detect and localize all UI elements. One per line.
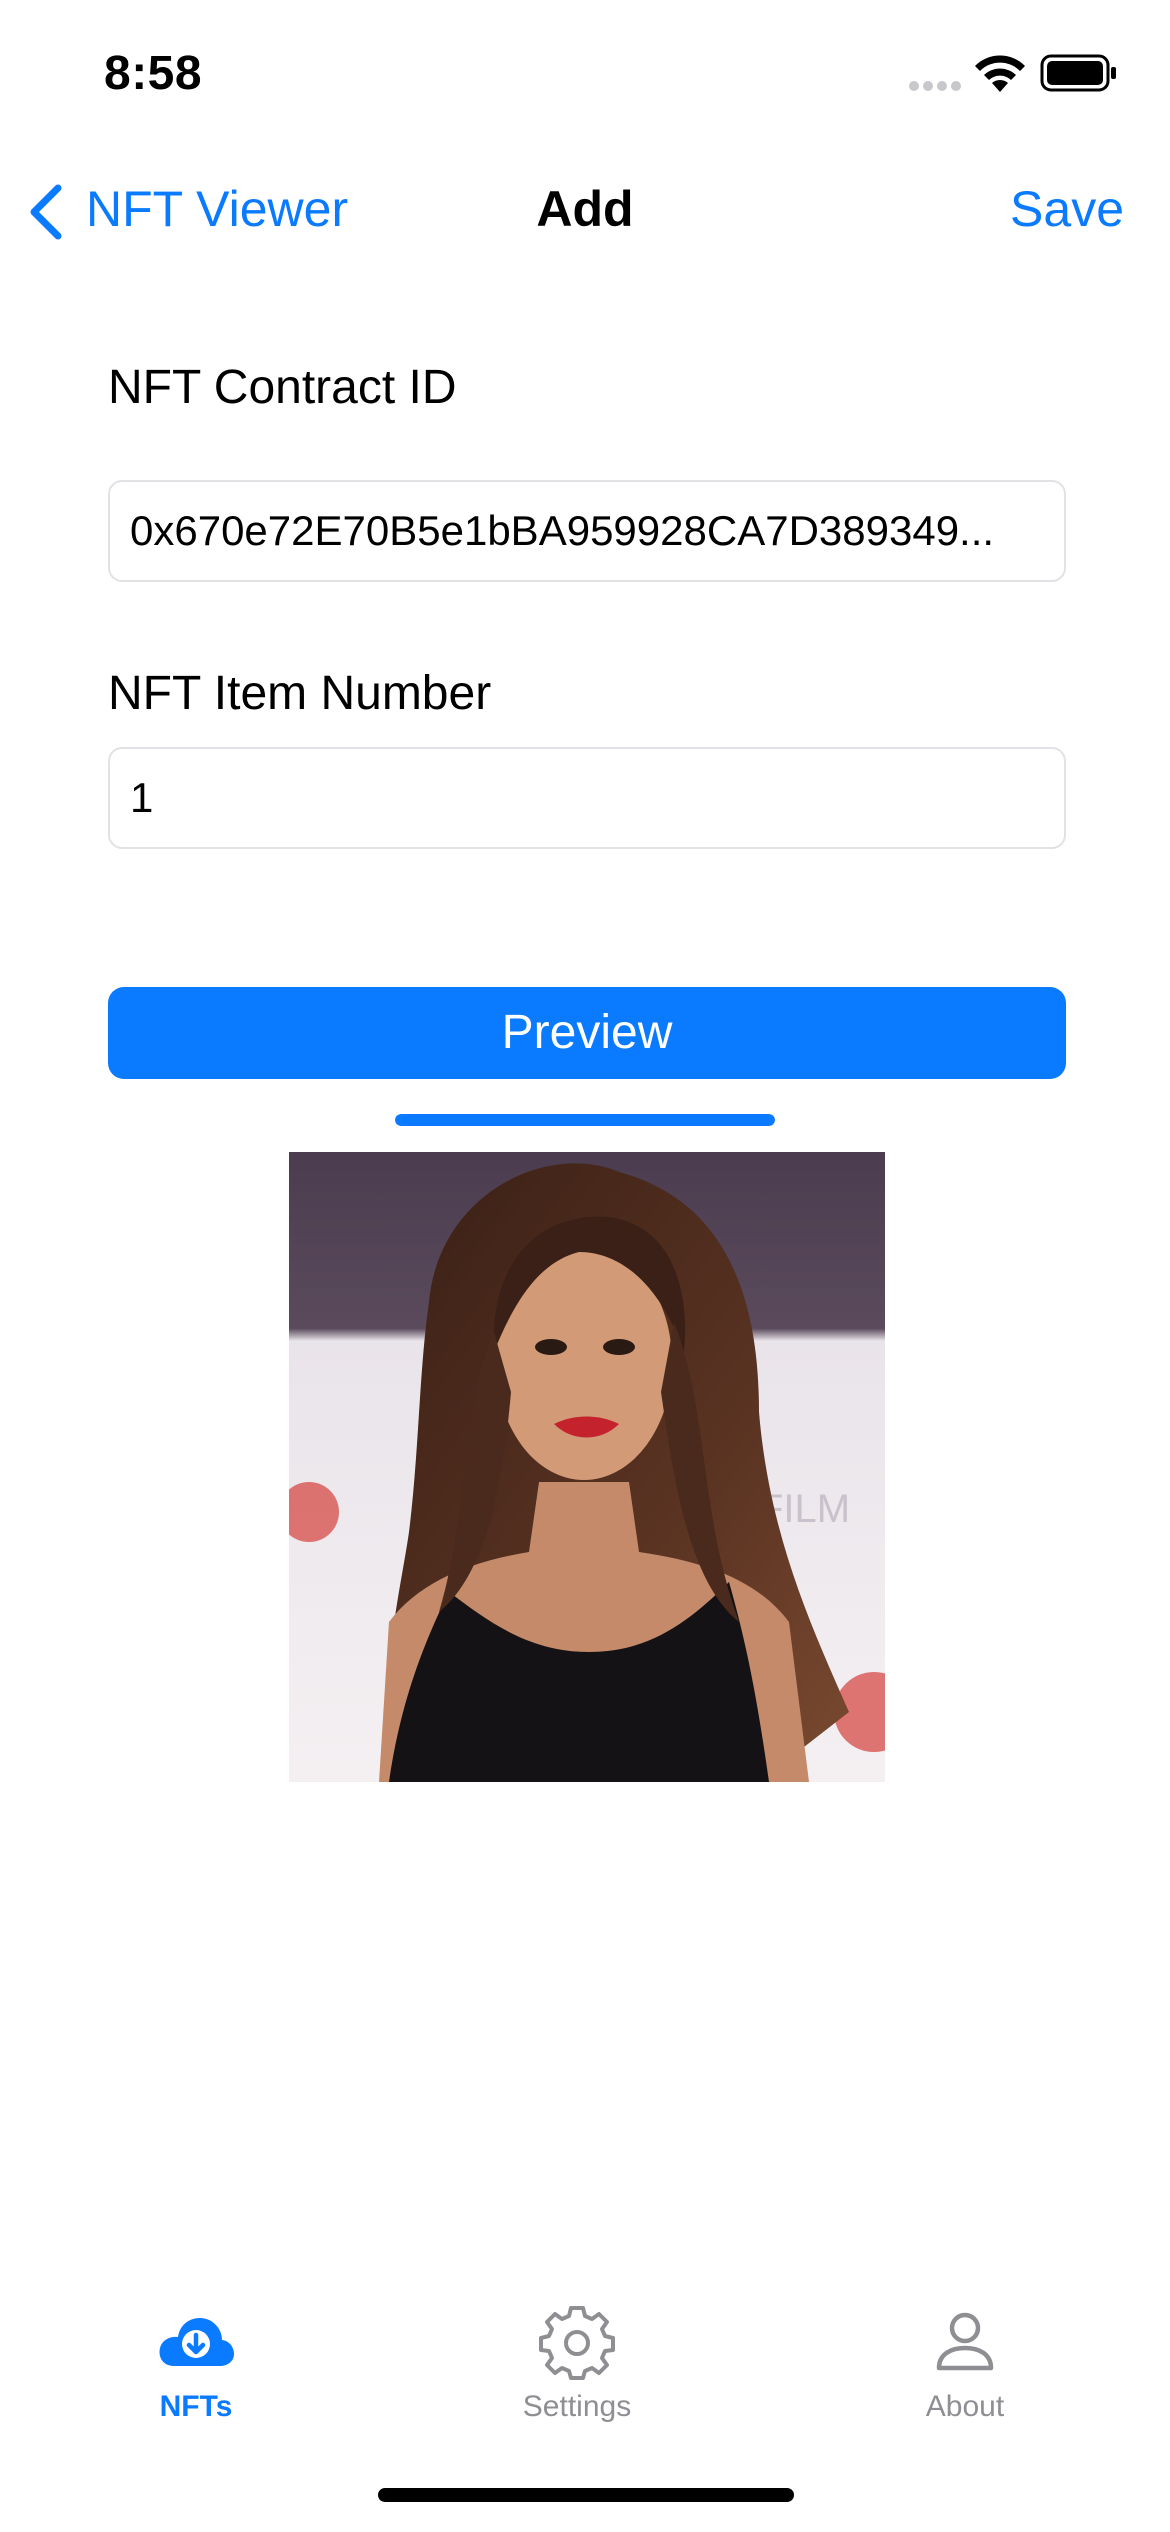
- tab-nfts[interactable]: NFTs: [76, 2280, 316, 2430]
- item-number-label: NFT Item Number: [108, 667, 492, 720]
- tab-about[interactable]: About: [845, 2280, 1085, 2430]
- navigation-bar: NFT Viewer Add Save: [0, 160, 1170, 260]
- gear-icon: [539, 2306, 615, 2380]
- person-icon: [936, 2312, 994, 2371]
- tab-label-settings: Settings: [522, 2390, 632, 2423]
- cloud-download-icon: [159, 2318, 234, 2366]
- nft-preview-image: FILM: [289, 1152, 885, 1782]
- contract-id-field[interactable]: 0x670e72E70B5e1bBA959928CA7D389349...: [108, 480, 1066, 582]
- wifi-icon: [975, 55, 1025, 92]
- contract-id-label: NFT Contract ID: [108, 361, 457, 414]
- item-number-field[interactable]: 1: [108, 747, 1066, 849]
- save-button[interactable]: Save: [1010, 180, 1124, 238]
- home-indicator: [378, 2488, 794, 2502]
- tab-settings[interactable]: Settings: [457, 2280, 697, 2430]
- loading-progress-bar: [395, 1114, 775, 1126]
- status-time: 8:58: [104, 47, 203, 100]
- page-title: Add: [536, 181, 634, 237]
- tab-label-about: About: [925, 2390, 1005, 2423]
- tab-label-nfts: NFTs: [159, 2390, 233, 2423]
- battery-icon: [1040, 54, 1116, 92]
- status-bar: 8:58: [0, 0, 1170, 150]
- cellular-signal-icon: [909, 81, 961, 91]
- progress-fill: [395, 1114, 775, 1126]
- tab-bar: NFTs Settings About: [0, 2280, 1170, 2480]
- preview-button[interactable]: Preview: [108, 987, 1066, 1079]
